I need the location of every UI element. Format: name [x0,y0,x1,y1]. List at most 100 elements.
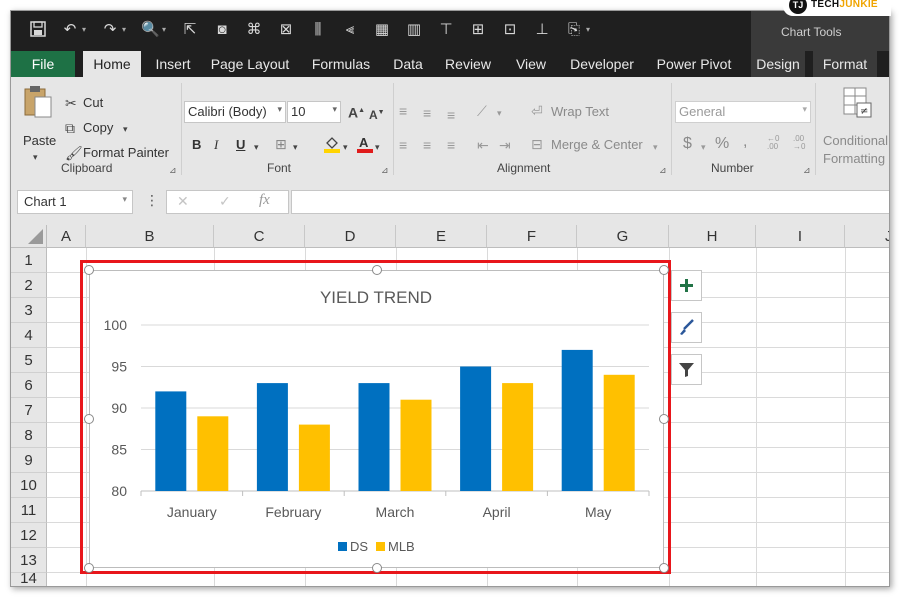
tab-view[interactable]: View [507,51,555,77]
column-header-h[interactable]: H [669,225,756,248]
tab-home[interactable]: Home [83,51,141,77]
paste-icon[interactable] [23,85,53,122]
row-header-12[interactable]: 12 [11,523,47,548]
bar-mlb-january[interactable] [197,416,229,491]
chart-title[interactable]: YIELD TREND [320,288,432,307]
undo-icon[interactable]: ↶ [61,21,79,39]
bold-button[interactable]: B [192,137,201,152]
fill-color-icon[interactable] [323,135,341,156]
bar-mlb-may[interactable] [603,374,635,491]
name-box-dropdown-icon[interactable]: ▾ [122,194,127,205]
row-header-8[interactable]: 8 [11,423,47,448]
resize-handle-bottom-right[interactable] [659,563,669,573]
select-all-button[interactable] [11,225,47,248]
customize-qat-icon[interactable]: ▾ [585,21,591,39]
column-header-j[interactable]: J [845,225,889,248]
tab-developer[interactable]: Developer [563,51,641,77]
print-preview-dropdown-icon[interactable]: ▾ [161,21,167,39]
row-header-4[interactable]: 4 [11,323,47,348]
font-name-dropdown-icon[interactable]: ▾ [277,104,282,115]
increase-indent-icon[interactable]: ⇥ [499,137,511,153]
number-launcher-icon[interactable]: ⊿ [803,165,811,176]
decrease-decimal-icon[interactable]: .00 →0 [793,135,805,151]
bar-ds-march[interactable] [358,383,390,491]
paste-dropdown-icon[interactable]: ▾ [33,149,38,165]
format-painter-icon[interactable]: 🖌 [65,145,83,161]
number-format-select[interactable]: General ▾ [675,101,811,123]
row-header-3[interactable]: 3 [11,298,47,323]
chart-elements-button[interactable] [671,270,702,301]
row-header-13[interactable]: 13 [11,548,47,573]
borders-dropdown-icon[interactable]: ▾ [293,139,298,155]
align-middle-icon[interactable]: ⊞ [469,21,487,39]
formula-input[interactable] [291,190,889,214]
delete-sheet-icon[interactable]: ⊠ [277,21,295,39]
orientation-dropdown-icon[interactable]: ▾ [497,105,502,121]
alignment-launcher-icon[interactable]: ⊿ [659,165,667,176]
tab-insert[interactable]: Insert [147,51,199,77]
name-box[interactable]: Chart 1 ▾ [17,190,133,214]
align-bottom-icon[interactable]: ⊥ [533,21,551,39]
font-name-select[interactable]: Calibri (Body) ▾ [184,101,286,123]
cut-button[interactable]: Cut [83,95,103,110]
bar-mlb-march[interactable] [400,399,432,491]
wrap-text-icon[interactable]: ⏎ [531,103,543,119]
chart-styles-button[interactable] [671,312,702,343]
resize-handle-right[interactable] [659,414,669,424]
cancel-icon[interactable]: ✕ [177,193,189,210]
top-align-icon[interactable]: ≡ [399,103,407,119]
format-painter-button[interactable]: Format Painter [83,145,169,160]
row-header-2[interactable]: 2 [11,273,47,298]
tab-page-layout[interactable]: Page Layout [207,51,293,77]
column-header-e[interactable]: E [396,225,487,248]
decrease-indent-icon[interactable]: ⇤ [477,137,489,153]
fill-color-dropdown-icon[interactable]: ▾ [343,139,348,155]
row-header-9[interactable]: 9 [11,448,47,473]
center-text-icon[interactable]: ≡ [423,137,431,153]
merge-center-icon[interactable]: ⊟ [531,136,543,152]
bar-ds-april[interactable] [460,366,492,492]
bottom-align-icon[interactable]: ≡ [447,107,455,123]
font-color-dropdown-icon[interactable]: ▾ [375,139,380,155]
resize-handle-top-right[interactable] [659,265,669,275]
merge-center-dropdown-icon[interactable]: ▾ [653,139,658,155]
enter-icon[interactable]: ✓ [219,193,231,210]
bar-mlb-february[interactable] [298,424,330,491]
borders-icon[interactable]: ⊞ [275,136,287,152]
middle-align-icon[interactable]: ≡ [423,105,431,121]
orientation-icon[interactable]: ⟋ [477,103,487,119]
table-icon[interactable]: ▦ [373,21,391,39]
distribute-icon[interactable]: ⫼ [309,21,327,39]
row-header-5[interactable]: 5 [11,348,47,373]
wrap-text-button[interactable]: Wrap Text [551,104,609,119]
currency-dropdown-icon[interactable]: ▾ [701,139,706,155]
tab-format[interactable]: Format [813,51,877,77]
comma-button[interactable]: , [743,133,747,151]
conditional-formatting-label-2[interactable]: Formatting [823,151,885,166]
column-header-g[interactable]: G [577,225,669,248]
increase-font-icon[interactable]: A▲ [348,103,365,121]
number-format-dropdown-icon[interactable]: ▾ [802,104,807,115]
chart-filters-button[interactable] [671,354,702,385]
row-header-14[interactable]: 14 [11,573,47,586]
paste-label[interactable]: Paste [23,133,56,148]
tab-file[interactable]: File [11,51,75,77]
row-header-10[interactable]: 10 [11,473,47,498]
copy-dropdown-icon[interactable]: ▾ [123,121,128,137]
bar-ds-may[interactable] [561,349,593,491]
bar-chart-icon[interactable]: ▥ [405,21,423,39]
resize-handle-bottom[interactable] [372,563,382,573]
save-icon[interactable] [29,21,47,39]
tab-review[interactable]: Review [439,51,497,77]
align-center-icon[interactable]: ⊡ [501,21,519,39]
tab-design[interactable]: Design [751,51,805,77]
underline-button[interactable]: U [236,137,245,152]
copy-icon[interactable]: ⧉ [65,120,75,136]
italic-button[interactable]: I [214,137,218,153]
bar-ds-february[interactable] [256,383,288,491]
align-right-text-icon[interactable]: ≡ [447,137,455,153]
yield-trend-chart[interactable]: YIELD TREND 80 85 90 95 100 January February M… [89,270,664,568]
conditional-formatting-icon[interactable]: ≠ [843,87,873,122]
percent-button[interactable]: % [715,135,729,153]
cut-icon[interactable]: ✂ [65,95,77,111]
